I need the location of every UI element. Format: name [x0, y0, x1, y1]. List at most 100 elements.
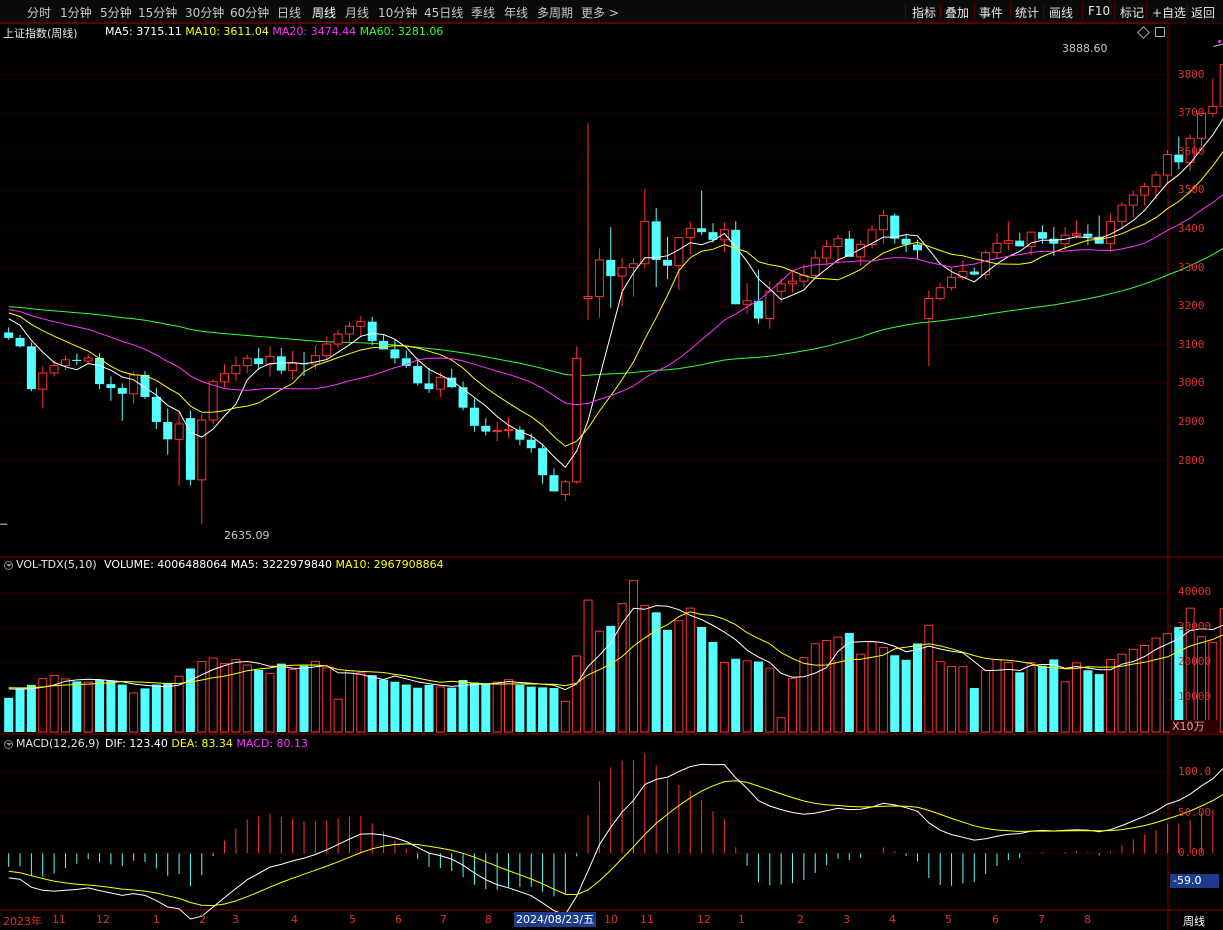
volume-bar: [674, 620, 684, 733]
volume-bar: [401, 684, 411, 732]
candle-body: [1151, 174, 1161, 188]
vol-tick-40000: 40000: [1178, 585, 1212, 599]
candle-body: [765, 290, 775, 320]
volume-bar: [424, 684, 434, 732]
vol-collapse-icon[interactable]: [4, 561, 13, 570]
candle-body: [413, 366, 423, 384]
volume-bar: [776, 717, 786, 733]
ma20-line: [8, 194, 1223, 406]
volume-bar: [1003, 662, 1013, 733]
volume-bar: [140, 688, 150, 732]
volume-bar: [299, 665, 309, 732]
candle-body: [15, 337, 25, 347]
candle-body: [49, 365, 59, 374]
price-tick-3300: 3300: [1178, 260, 1205, 274]
volume-bar: [356, 672, 366, 733]
volume-bar: [594, 630, 604, 733]
candle-body: [992, 242, 1002, 254]
price-tick-3200: 3200: [1178, 299, 1205, 313]
volume-bar: [492, 681, 502, 733]
candle-body: [594, 259, 604, 298]
volume-bar: [753, 661, 763, 732]
x-tick-13: 11: [640, 913, 654, 926]
volume-bar: [1072, 662, 1082, 733]
candle-body: [1083, 233, 1093, 237]
volume-bar: [1174, 626, 1184, 732]
candle-body: [583, 296, 593, 300]
candle-body: [526, 439, 536, 449]
volume-bar: [504, 679, 514, 733]
x-tick-12: 10: [604, 913, 618, 926]
candle-body: [197, 419, 207, 481]
candle-body: [969, 271, 979, 275]
candle-body: [208, 381, 218, 421]
volume-bar: [1140, 644, 1150, 733]
candle-body: [174, 423, 184, 440]
volume-bar: [912, 643, 922, 732]
volume-bar: [878, 647, 888, 733]
x-tick-0: 2023年: [3, 915, 42, 928]
macd-tick-2: 0.00: [1178, 846, 1205, 860]
volume-bar: [663, 629, 673, 732]
candle-body: [947, 276, 957, 289]
period-label: 周线: [1183, 915, 1205, 928]
x-tick-19: 5: [945, 913, 952, 926]
price-tick-3700: 3700: [1178, 106, 1205, 120]
candle-body: [1140, 186, 1150, 196]
candle-body: [83, 357, 93, 362]
candle-body: [1026, 231, 1036, 247]
volume-bar: [560, 700, 570, 733]
volume-bar: [129, 692, 139, 733]
volume-bar: [867, 641, 877, 733]
volume-bar: [981, 669, 991, 733]
candle-body: [106, 384, 116, 389]
candle-body: [697, 228, 707, 233]
candle-body: [242, 357, 252, 367]
macd-collapse-icon[interactable]: [4, 740, 13, 749]
volume-bar: [458, 680, 468, 732]
ma-label-2: MA20: 3474.44: [272, 25, 360, 38]
candle-body: [1162, 154, 1172, 176]
volume-bar: [765, 667, 775, 733]
volume-bar: [333, 698, 343, 733]
candle-body: [26, 346, 36, 390]
volume-bar: [822, 640, 832, 733]
macd-tick-0: 100.0: [1178, 765, 1212, 779]
candle-body: [322, 343, 332, 357]
window-icon[interactable]: [1155, 27, 1165, 37]
candle-body: [912, 244, 922, 251]
volume-bar: [697, 626, 707, 732]
candle-body: [504, 429, 514, 432]
x-tick-9: 7: [440, 913, 447, 926]
x-tick-20: 6: [992, 913, 999, 926]
candle-body: [981, 252, 991, 276]
x-tick-17: 3: [843, 913, 850, 926]
x-tick-6: 4: [291, 913, 298, 926]
chart-grid: [0, 22, 1223, 930]
volume-bar: [344, 670, 354, 733]
candle-body: [38, 372, 48, 390]
macd-labels: DIF: 123.40 DEA: 83.34 MACD: 80.13: [105, 737, 308, 750]
x-tick-16: 2: [797, 913, 804, 926]
volume-bar: [708, 641, 718, 732]
candle-body: [1208, 105, 1218, 114]
annotations-layer: [0, 40, 1223, 525]
candle-body: [4, 332, 14, 338]
volume-bar: [1015, 672, 1025, 732]
macd-label-0: DIF: 123.40: [105, 737, 172, 750]
candle-body: [663, 259, 673, 266]
stock-chart: [0, 22, 1223, 930]
volume-bar: [1026, 662, 1036, 733]
volume-bar: [265, 672, 275, 733]
volume-bar: [481, 683, 491, 732]
candle-body: [1072, 233, 1082, 236]
volume-bars-layer: [4, 580, 1223, 733]
price-tick-3000: 3000: [1178, 376, 1205, 390]
candle-body: [958, 270, 968, 278]
candle-body: [333, 333, 343, 345]
candle-body: [163, 421, 173, 440]
volume-bar: [810, 643, 820, 733]
candle-body: [776, 283, 786, 292]
volume-bar: [901, 659, 911, 732]
candle-body: [254, 358, 264, 365]
